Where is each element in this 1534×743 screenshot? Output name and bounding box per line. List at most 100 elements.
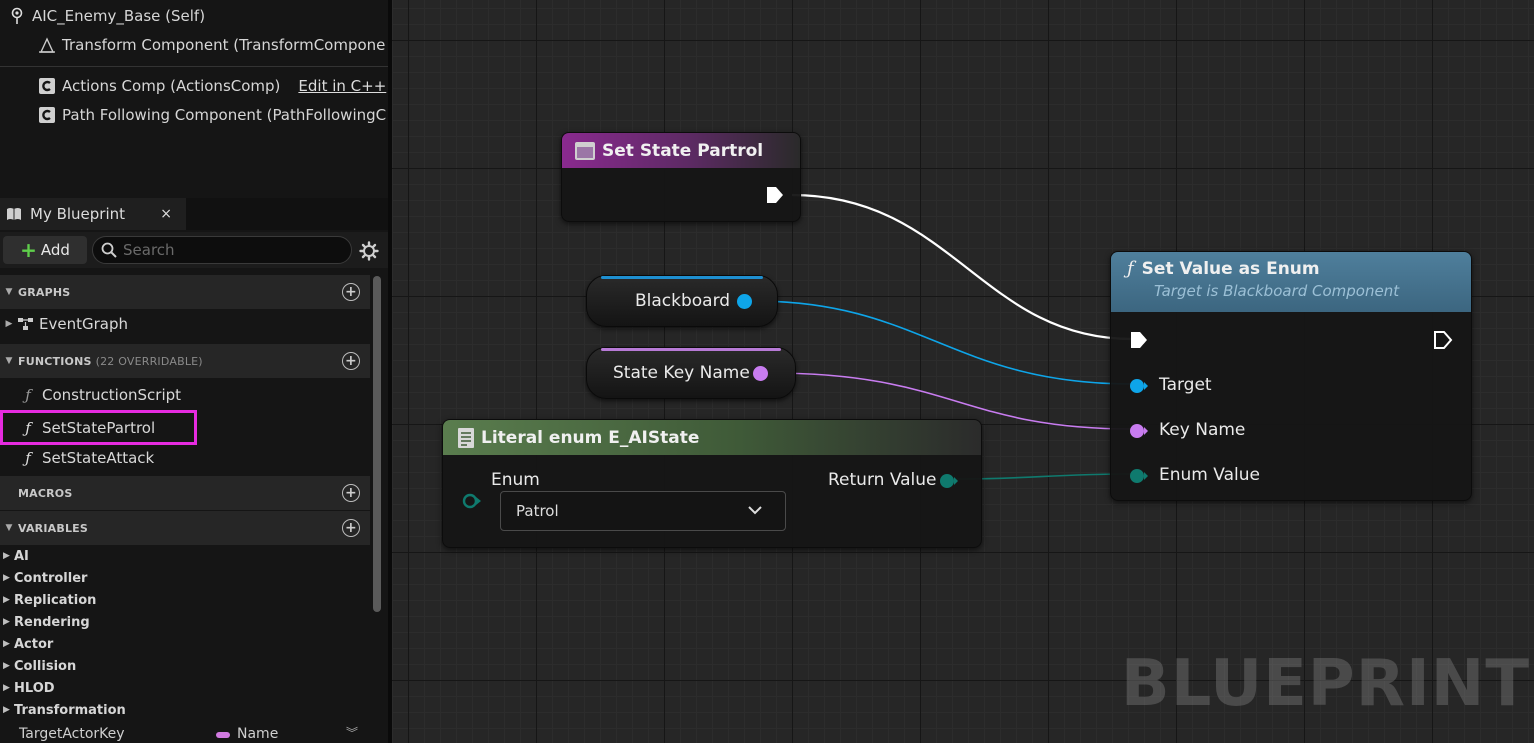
graph-watermark: BLUEPRINT [1120,647,1530,721]
chevron-down-icon[interactable]: ︾ [346,724,358,741]
add-function-icon[interactable]: + [342,352,360,370]
functions-section-label: FUNCTIONS [18,354,92,368]
function-icon: ƒ [25,418,31,437]
variable-category-ai[interactable]: ▶ AI [0,545,370,567]
override-function-icon: ƒ [25,386,31,404]
node-label: Blackboard [635,291,731,311]
function-item-setstateattack[interactable]: ƒ SetStateAttack [0,444,370,472]
macros-section-header[interactable]: MACROS + [0,476,370,510]
category-label: AI [14,548,29,564]
enum-label: Enum [491,470,540,490]
add-button[interactable]: + Add [3,236,87,264]
variable-category-transformation[interactable]: ▶ Transformation [0,699,370,721]
components-panel: AIC_Enemy_Base (Self) Transform Componen… [0,0,390,195]
name-type-pill-icon [216,732,230,738]
my-blueprint-tabbar: My Blueprint × [0,198,390,230]
variable-type[interactable]: Name [237,726,278,742]
return-value-label: Return Value [828,470,937,490]
functions-section-header[interactable]: ▼ FUNCTIONS (22 OVERRIDABLE) + [0,344,370,378]
category-label: Rendering [14,614,90,630]
exec-in-pin-icon[interactable] [1129,330,1149,354]
enumvalue-pin-label: Enum Value [1159,465,1260,485]
literal-enum-node[interactable]: Literal enum E_AIState Enum Patrol Retur… [442,419,982,548]
enum-out-pin-icon[interactable] [939,473,959,493]
chevron-right-icon: ▶ [3,661,10,671]
enum-in-pin-icon[interactable] [462,493,482,513]
gear-icon[interactable] [359,241,379,261]
enum-dropdown[interactable]: Patrol [500,491,786,531]
chevron-right-icon: ▶ [3,551,10,561]
target-pin-label: Target [1159,375,1212,395]
variable-category-actor[interactable]: ▶ Actor [0,633,370,655]
node-header: ƒ Set Value as Enum Target is Blackboard… [1111,252,1471,312]
function-item-label: ConstructionScript [42,386,182,404]
variable-category-controller[interactable]: ▶ Controller [0,567,370,589]
graphs-section-header[interactable]: ▼ GRAPHS + [0,275,370,309]
chevron-right-icon: ▶ [3,617,10,627]
my-blueprint-tab[interactable]: My Blueprint × [0,198,186,230]
add-graph-icon[interactable]: + [342,283,360,301]
name-pin-icon[interactable] [753,366,768,381]
set-value-as-enum-node[interactable]: ƒ Set Value as Enum Target is Blackboard… [1110,251,1472,501]
node-subtitle: Target is Blackboard Component [1154,282,1400,300]
chevron-right-icon: ▶ [3,595,10,605]
node-title: Literal enum E_AIState [481,427,700,448]
event-graph-icon [18,317,34,331]
search-input[interactable] [123,241,323,259]
blackboard-getter-node[interactable]: Blackboard [586,275,778,327]
graph-item-eventgraph[interactable]: ▶ EventGraph [0,310,370,338]
pawn-icon [8,7,26,25]
chevron-down-icon [747,504,763,516]
component-pathfollowing-label: Path Following Component (PathFollowingC [62,106,387,124]
component-actions-label: Actions Comp (ActionsComp) [62,77,281,95]
component-transform-label: Transform Component (TransformCompone [62,36,386,54]
function-item-constructionscript[interactable]: ƒ ConstructionScript [0,381,370,409]
statekeyname-getter-node[interactable]: State Key Name [586,347,796,399]
chevron-right-icon: ▶ [3,639,10,649]
plus-icon: + [20,238,37,262]
enumvalue-pin-icon[interactable] [1129,468,1149,488]
variable-row-targetactorkey[interactable]: TargetActorKey Name ︾ [0,724,370,743]
target-pin-icon[interactable] [1129,378,1149,398]
add-variable-icon[interactable]: + [342,519,360,537]
node-title: Set Value as Enum [1141,258,1320,279]
exec-out-pin-icon[interactable] [1433,330,1453,354]
variable-category-hlod[interactable]: ▶ HLOD [0,677,370,699]
category-label: Collision [14,658,77,674]
chevron-right-icon: ▶ [3,683,10,693]
variable-category-rendering[interactable]: ▶ Rendering [0,611,370,633]
object-pin-icon[interactable] [737,294,752,309]
function-item-label: SetStatePartrol [42,418,156,437]
my-blueprint-tab-label: My Blueprint [30,205,126,223]
scrollbar[interactable] [373,276,381,612]
variable-category-replication[interactable]: ▶ Replication [0,589,370,611]
component-root-row[interactable]: AIC_Enemy_Base (Self) [0,2,390,30]
add-macro-icon[interactable]: + [342,484,360,502]
function-item-label: SetStateAttack [42,449,155,467]
variable-category-collision[interactable]: ▶ Collision [0,655,370,677]
exec-out-pin-icon[interactable] [765,185,785,209]
component-pathfollowing-row[interactable]: Path Following Component (PathFollowingC [0,101,390,129]
variables-section-header[interactable]: ▼ VARIABLES + [0,511,370,545]
function-item-setstatepartrol[interactable]: ƒ SetStatePartrol [0,410,197,445]
category-label: HLOD [14,680,55,696]
chevron-right-icon: ▶ [5,319,13,329]
close-icon[interactable]: × [160,206,172,222]
chevron-right-icon: ▶ [3,705,10,715]
blueprint-graph-canvas[interactable]: Set State Partrol Blackboard State Key N… [392,0,1534,743]
node-title: Set State Partrol [602,140,764,161]
category-label: Replication [14,592,97,608]
component-actions-row[interactable]: Actions Comp (ActionsComp) Edit in C++ [0,72,390,100]
add-button-label: Add [40,241,70,259]
component-root-label: AIC_Enemy_Base (Self) [32,7,206,25]
cpp-component-icon [38,106,56,124]
chevron-right-icon: ▶ [3,573,10,583]
book-icon [6,207,22,221]
functions-overridable-count: (22 OVERRIDABLE) [95,354,203,368]
node-header: Literal enum E_AIState [443,420,981,455]
edit-in-cpp-link[interactable]: Edit in C++ [298,77,386,95]
function-entry-node[interactable]: Set State Partrol [561,132,801,222]
component-transform-row[interactable]: Transform Component (TransformCompone [0,31,390,59]
keyname-pin-icon[interactable] [1129,423,1149,443]
node-accent [601,348,781,351]
